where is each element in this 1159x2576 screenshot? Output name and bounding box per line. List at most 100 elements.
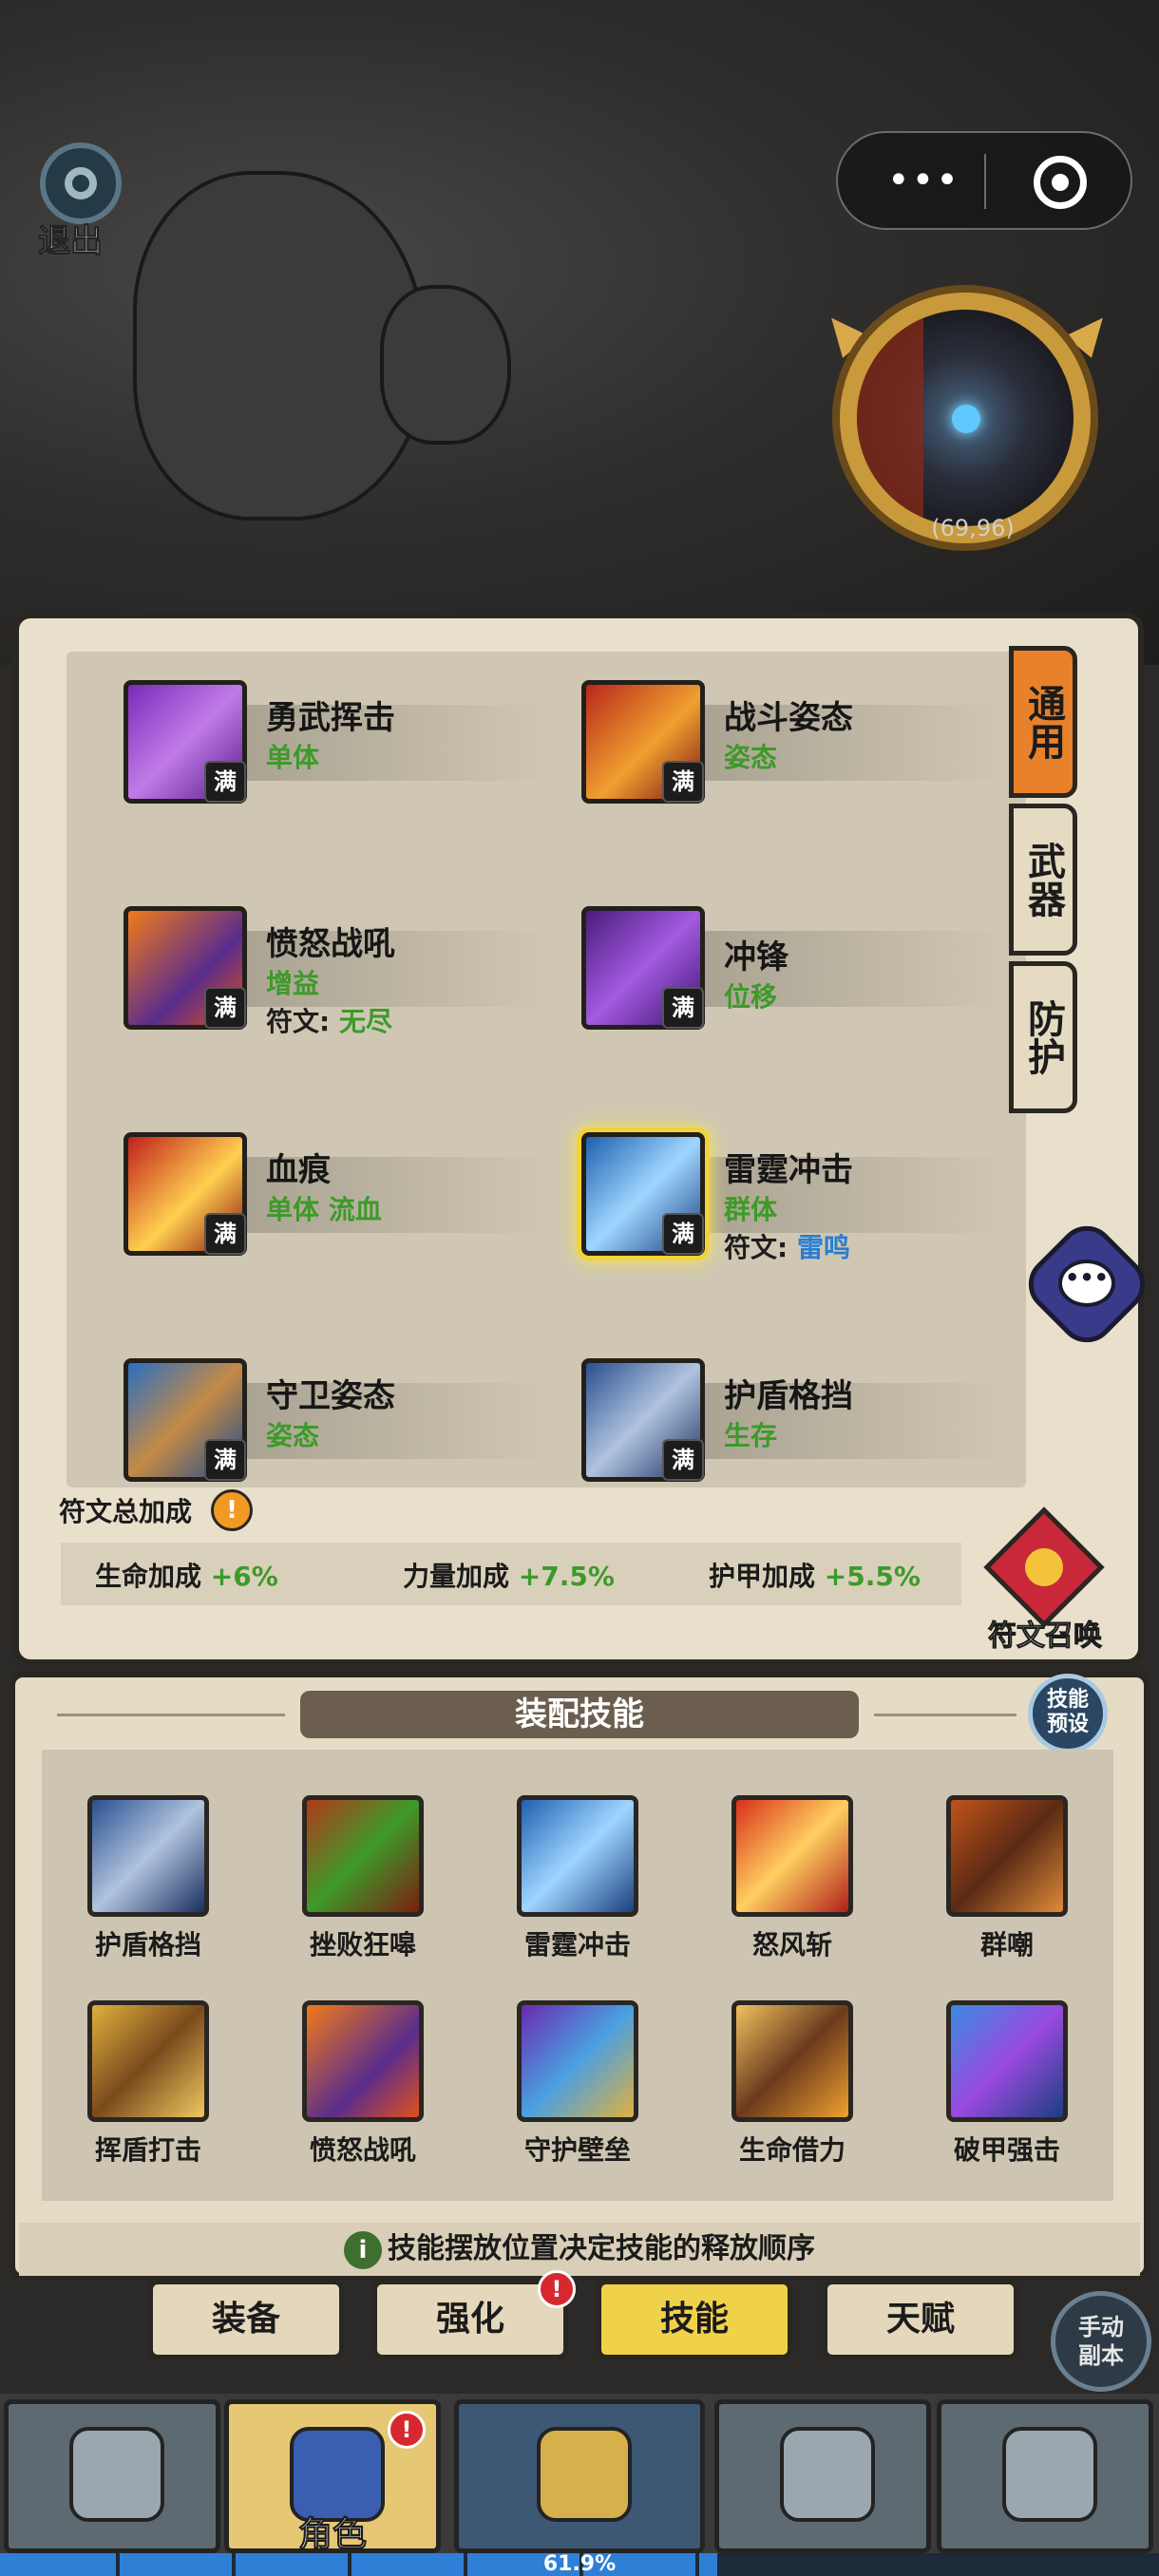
equipped-skill-slot[interactable]: 护盾格挡	[82, 1795, 215, 1960]
equipped-skill-slot[interactable]: 守护壁垒	[511, 2000, 644, 2166]
character-alert-badge: !	[388, 2411, 426, 2449]
equipped-skill-slot[interactable]: 雷霆冲击	[511, 1795, 644, 1960]
nav-altar[interactable]	[714, 2399, 931, 2553]
minimap[interactable]: (69,96)	[798, 275, 1150, 598]
minimap-view	[857, 310, 1074, 526]
nav-castle[interactable]	[937, 2399, 1153, 2553]
skill-tag: 位移	[724, 981, 778, 1013]
shield-bash-icon	[87, 2000, 209, 2122]
skill-name: 战斗姿态	[724, 699, 853, 737]
taunt-icon	[946, 1795, 1068, 1917]
rune-label: 符文:	[724, 1232, 788, 1263]
more-menu-icon[interactable]: •••	[887, 161, 960, 199]
tab-skills[interactable]: 技能	[597, 2280, 792, 2359]
skill-card[interactable]: 满 护盾格挡 生存	[553, 1349, 1009, 1487]
experience-bar: 61.9%	[0, 2553, 1159, 2576]
max-level-badge: 满	[204, 1213, 246, 1255]
manual-label: 副本	[1078, 2342, 1124, 2369]
skill-tag: 增益	[266, 968, 320, 999]
battle-shout-icon	[302, 2000, 424, 2122]
skill-name: 勇武挥击	[266, 699, 395, 737]
bonus-value: +7.5%	[518, 1561, 615, 1592]
equipped-skill-label: 破甲强击	[953, 2134, 1060, 2166]
preset-label: 预设	[1046, 1713, 1089, 1736]
equipped-skill-label: 怒风斩	[751, 1929, 832, 1960]
equipped-skill-slot[interactable]: 怒风斩	[726, 1795, 859, 1960]
rune-summon-button[interactable]: 符文召唤	[978, 1506, 1112, 1654]
battle-crossed-swords-icon	[537, 2427, 632, 2522]
max-level-badge: 满	[662, 1439, 704, 1481]
close-target-icon[interactable]	[1034, 156, 1087, 209]
minimap-coordinates: (69,96)	[931, 515, 1015, 541]
nav-dungeon[interactable]	[4, 2399, 220, 2553]
skill-tag: 单体	[266, 742, 320, 773]
rune-summon-label: 符文召唤	[988, 1619, 1103, 1654]
charge-icon: 满	[581, 906, 705, 1030]
equipped-skill-slot[interactable]: 挥盾打击	[82, 2000, 215, 2166]
bonus-value: +6%	[210, 1561, 278, 1592]
tab-equipment[interactable]: 装备	[148, 2280, 344, 2359]
header-divider	[874, 1714, 1016, 1716]
rune-info-icon[interactable]: !	[211, 1489, 253, 1531]
armor-break-icon	[946, 2000, 1068, 2122]
skill-card[interactable]: 满 冲锋 位移	[553, 897, 1009, 1039]
rock-decoration	[380, 285, 511, 445]
tab-protection[interactable]: 防护	[1009, 961, 1077, 1113]
max-level-badge: 满	[204, 761, 246, 803]
equipped-skill-slot[interactable]: 愤怒战吼	[296, 2000, 429, 2166]
max-level-badge: 满	[204, 987, 246, 1029]
skill-tag: 群体	[724, 1194, 778, 1225]
skill-card[interactable]: 满 血痕 单体 流血	[95, 1123, 551, 1265]
exit-label: 退出	[38, 222, 104, 261]
nav-character-label: 角色	[297, 2515, 367, 2555]
capsule-divider	[984, 154, 986, 209]
equipped-skill-slot[interactable]: 挫败狂嗥	[296, 1795, 429, 1960]
rock-dungeon-icon	[69, 2427, 164, 2522]
manual-dungeon-button[interactable]: 手动 副本	[1051, 2291, 1151, 2392]
bonus-strength: 力量加成 +7.5%	[403, 1556, 615, 1594]
max-level-badge: 满	[662, 1213, 704, 1255]
skill-name: 冲锋	[724, 938, 788, 976]
equipped-skills-grid: 护盾格挡 挫败狂嗥 雷霆冲击 怒风斩 群嘲 挥盾打击 愤怒战吼 守护壁垒 生命借…	[42, 1750, 1113, 2201]
equipped-skill-label: 守护壁垒	[523, 2134, 631, 2166]
max-level-badge: 满	[204, 1439, 246, 1481]
tab-talent[interactable]: 天赋	[823, 2280, 1018, 2359]
equipped-skill-slot[interactable]: 生命借力	[726, 2000, 859, 2166]
thunder-hammer-icon: 满	[581, 1132, 705, 1256]
rune-summon-icon	[983, 1506, 1105, 1628]
life-borrow-icon	[732, 2000, 853, 2122]
max-level-badge: 满	[662, 761, 704, 803]
bonus-label: 护甲加成	[709, 1561, 816, 1592]
skill-card[interactable]: 满 勇武挥击 单体	[95, 671, 551, 813]
battle-shout-icon: 满	[124, 906, 247, 1030]
equipped-skill-label: 挥盾打击	[94, 2134, 201, 2166]
skill-preset-button[interactable]: 技能 预设	[1028, 1674, 1108, 1753]
rune-label: 符文:	[266, 1006, 331, 1037]
nav-battle[interactable]	[454, 2399, 705, 2553]
skill-name: 愤怒战吼	[266, 925, 395, 963]
sword-slash-icon: 满	[124, 680, 247, 804]
equipped-skill-label: 生命借力	[738, 2134, 846, 2166]
equipped-skill-slot[interactable]: 群嘲	[940, 1795, 1074, 1960]
equipped-skill-label: 挫败狂嗥	[309, 1929, 416, 1960]
skill-tag: 生存	[724, 1420, 778, 1451]
equipped-skill-label: 愤怒战吼	[309, 2134, 416, 2166]
tab-general[interactable]: 通用	[1009, 646, 1077, 798]
tab-weapon[interactable]: 武器	[1009, 804, 1077, 956]
exit-button[interactable]: 退出	[34, 142, 129, 261]
rune-value: 无尽	[338, 1006, 392, 1037]
shield-block-icon: 满	[581, 1358, 705, 1482]
preset-label: 技能	[1046, 1688, 1089, 1712]
skill-card[interactable]: 满 守卫姿态 姿态	[95, 1349, 551, 1487]
chat-icon: •••	[1058, 1260, 1115, 1307]
equipped-skill-slot[interactable]: 破甲强击	[940, 2000, 1074, 2166]
skill-card[interactable]: 满 愤怒战吼 增益 符文: 无尽	[95, 897, 551, 1039]
bonus-label: 力量加成	[403, 1561, 510, 1592]
roar-icon	[302, 1795, 424, 1917]
skill-card[interactable]: 满 雷霆冲击 群体 符文: 雷鸣	[553, 1123, 1009, 1265]
header-divider	[57, 1714, 285, 1716]
manual-label: 手动	[1078, 2314, 1124, 2340]
skill-list[interactable]: 满 勇武挥击 单体 满 战斗姿态 姿态 满 愤怒战吼 增益 符文: 无尽 满 冲…	[66, 652, 1026, 1487]
skill-card[interactable]: 满 战斗姿态 姿态	[553, 671, 1009, 813]
bonus-label: 生命加成	[95, 1561, 202, 1592]
